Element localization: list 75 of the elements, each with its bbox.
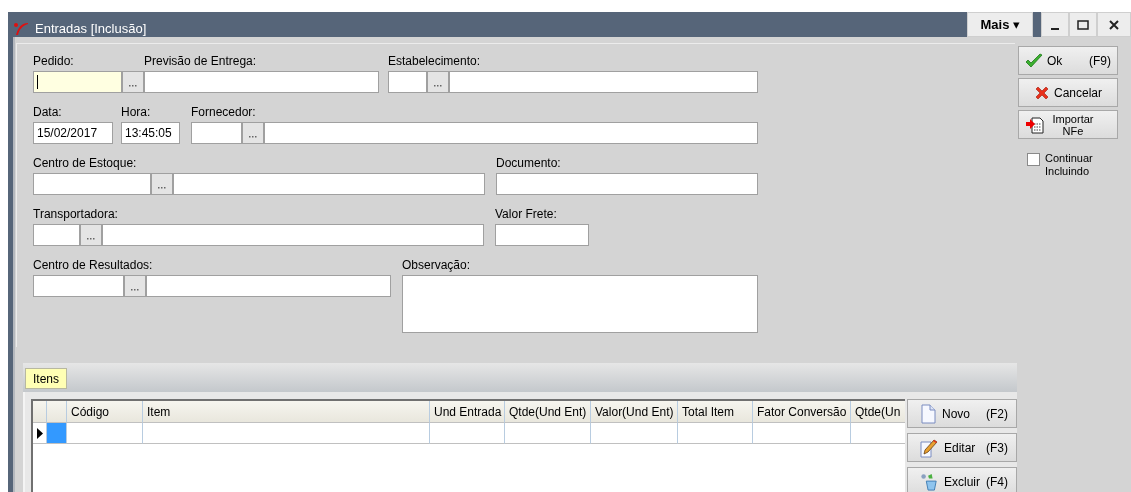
field-label: Hora: [121,105,152,121]
table-cell[interactable] [47,423,67,444]
swoosh-logo-icon [13,21,29,37]
table-cell[interactable] [678,423,753,444]
column-header[interactable]: Item [143,401,430,423]
input-field[interactable] [33,224,80,246]
browse-button[interactable] [122,71,144,93]
tab[interactable]: Itens [25,368,67,389]
blank-page-icon [920,403,936,424]
field-label: Fornecedor: [191,105,257,121]
table-cell[interactable] [591,423,678,444]
field-label: Documento: [496,156,562,172]
field-label: Centro de Resultados: [33,258,154,274]
checkbox-label: Continuar Incluindo [1045,152,1094,178]
field-label: Observação: [402,258,472,274]
browse-button[interactable] [427,71,449,93]
browse-button[interactable] [124,275,146,297]
x-icon [1034,84,1050,101]
input-field[interactable]: 15/02/2017 [33,122,113,144]
checkbox[interactable] [1027,153,1040,166]
close-button[interactable] [1097,12,1131,37]
window-title: Entradas [Inclusão] [35,21,147,36]
minimize-button[interactable] [1041,12,1069,37]
field-label: Centro de Estoque: [33,156,138,172]
column-header[interactable]: Total Item [678,401,753,423]
input-field[interactable] [33,71,122,93]
browse-button[interactable] [80,224,102,246]
input-field[interactable] [173,173,485,195]
recycle-bin-icon [920,471,938,492]
input-field[interactable] [495,224,589,246]
check-icon [1025,52,1043,69]
input-field[interactable] [146,275,391,297]
document-arrow-icon [1025,115,1045,134]
input-field[interactable] [33,173,151,195]
close-icon [1109,19,1119,30]
column-header[interactable]: Qtde(Und Ent) [505,401,591,423]
table-cell[interactable] [430,423,505,444]
more-menu-button[interactable]: Mais ▾ [967,12,1033,37]
column-header[interactable]: Valor(Und Ent) [591,401,678,423]
input-field[interactable] [496,173,758,195]
minimize-icon [1051,27,1059,30]
column-header[interactable]: Und Entrada [430,401,505,423]
maximize-button[interactable] [1069,12,1097,37]
field-label: Data: [33,105,63,121]
column-header[interactable]: Fator Conversão [753,401,851,423]
ok-button[interactable]: Ok (F9) [1018,46,1118,75]
input-field[interactable] [388,71,427,93]
input-field[interactable] [102,224,484,246]
input-field[interactable] [191,122,242,144]
table-cell[interactable] [67,423,143,444]
memo-field[interactable] [402,275,758,333]
table-cell[interactable] [143,423,430,444]
pencil-page-icon [920,437,938,458]
field-label: Pedido: [33,54,75,70]
table-cell[interactable] [505,423,591,444]
input-field[interactable] [264,122,758,144]
cancel-button[interactable]: Cancelar [1018,78,1118,107]
field-label: Previsão de Entrega: [144,54,258,70]
field-label: Valor Frete: [495,207,558,223]
current-row-icon [36,427,43,439]
table-cell[interactable] [753,423,851,444]
input-field[interactable]: 13:45:05 [121,122,180,144]
input-field[interactable] [33,275,124,297]
browse-button[interactable] [242,122,264,144]
new-button[interactable]: Novo (F2) [907,399,1017,428]
delete-button[interactable]: Excluir (F4) [907,467,1017,492]
import-button[interactable]: Importar NFe [1018,110,1118,139]
field-label: Transportadora: [33,207,119,223]
browse-button[interactable] [151,173,173,195]
maximize-icon [1077,19,1089,30]
input-field[interactable] [144,71,379,93]
field-label: Estabelecimento: [388,54,482,70]
column-header[interactable]: Código [67,401,143,423]
input-field[interactable] [449,71,758,93]
edit-button[interactable]: Editar (F3) [907,433,1017,462]
